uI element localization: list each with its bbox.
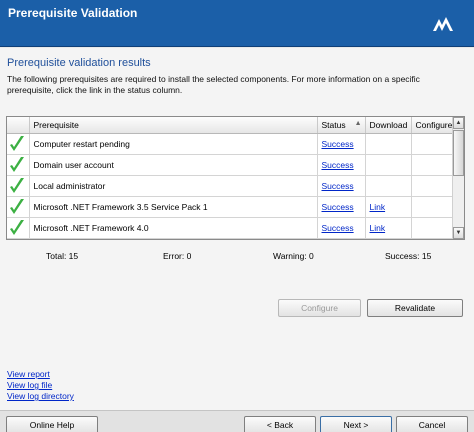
column-header-check [7,117,30,134]
row-status-cell [7,175,30,197]
total-count: Total: 15 [46,251,79,261]
window-title: Prerequisite Validation [8,6,138,20]
revalidate-button[interactable]: Revalidate [367,299,463,317]
row-prerequisite-name: Local administrator [29,175,318,197]
table-row[interactable]: Computer restart pending Success [7,133,455,155]
row-prerequisite-name: Domain user account [29,154,318,176]
table-row[interactable]: Microsoft .NET Framework 4.0 Success Lin… [7,217,455,239]
success-count: Success: 15 [385,251,432,261]
checkmark-icon [10,177,24,193]
row-status-cell [7,154,30,176]
section-title: Prerequisite validation results [7,57,151,69]
configure-button[interactable]: Configure [278,299,361,317]
checkmark-icon [10,198,24,214]
row-prerequisite-name: Microsoft .NET Framework 4.0 [29,217,318,239]
row-prerequisite-name: Microsoft .NET Framework 3.5 Service Pac… [29,196,318,218]
checkmark-icon [10,156,24,172]
status-link[interactable]: Success [322,139,354,149]
sort-up-icon: ▲ [354,119,362,127]
status-link[interactable]: Success [322,181,354,191]
scroll-down-icon[interactable]: ▼ [453,227,464,239]
table-row[interactable]: Local administrator Success [7,175,455,197]
row-status-cell [7,133,30,155]
configure-cell [411,196,455,218]
scroll-up-icon[interactable]: ▲ [453,117,464,129]
table-row[interactable]: Domain user account Success [7,154,455,176]
window-header: Prerequisite Validation [0,0,474,47]
status-link[interactable]: Success [322,160,354,170]
table-row[interactable]: Microsoft .NET Framework 3.5 Service Pac… [7,196,455,218]
error-count: Error: 0 [163,251,192,261]
column-header-download[interactable]: Download [365,117,412,134]
prerequisite-grid[interactable]: Prerequisite Status ▲ Download Configure … [6,116,465,240]
row-prerequisite-name: Computer restart pending [29,133,318,155]
configure-cell [411,154,455,176]
view-log-directory-link[interactable]: View log directory [7,391,74,401]
column-header-configure[interactable]: Configure [411,117,455,134]
configure-cell [411,133,455,155]
download-link[interactable]: Link [370,223,386,233]
microsoft-logo-icon [433,17,453,31]
configure-cell [411,175,455,197]
view-report-link[interactable]: View report [7,369,50,379]
checkmark-icon [10,135,24,151]
checkmark-icon [10,219,24,235]
row-status-cell [7,196,30,218]
warning-count: Warning: 0 [273,251,314,261]
status-link[interactable]: Success [322,202,354,212]
next-button[interactable]: Next > [320,416,392,432]
configure-cell [411,217,455,239]
column-header-status[interactable]: Status ▲ [317,117,366,134]
status-link[interactable]: Success [322,223,354,233]
view-log-file-link[interactable]: View log file [7,380,52,390]
row-status-cell [7,217,30,239]
scroll-thumb[interactable] [453,130,464,176]
section-description: The following prerequisites are required… [7,74,420,95]
download-link[interactable]: Link [370,202,386,212]
cancel-button[interactable]: Cancel [396,416,468,432]
back-button[interactable]: < Back [244,416,316,432]
online-help-button[interactable]: Online Help [6,416,98,432]
grid-scrollbar[interactable]: ▲ ▼ [452,117,464,239]
column-header-prerequisite[interactable]: Prerequisite [29,117,318,134]
